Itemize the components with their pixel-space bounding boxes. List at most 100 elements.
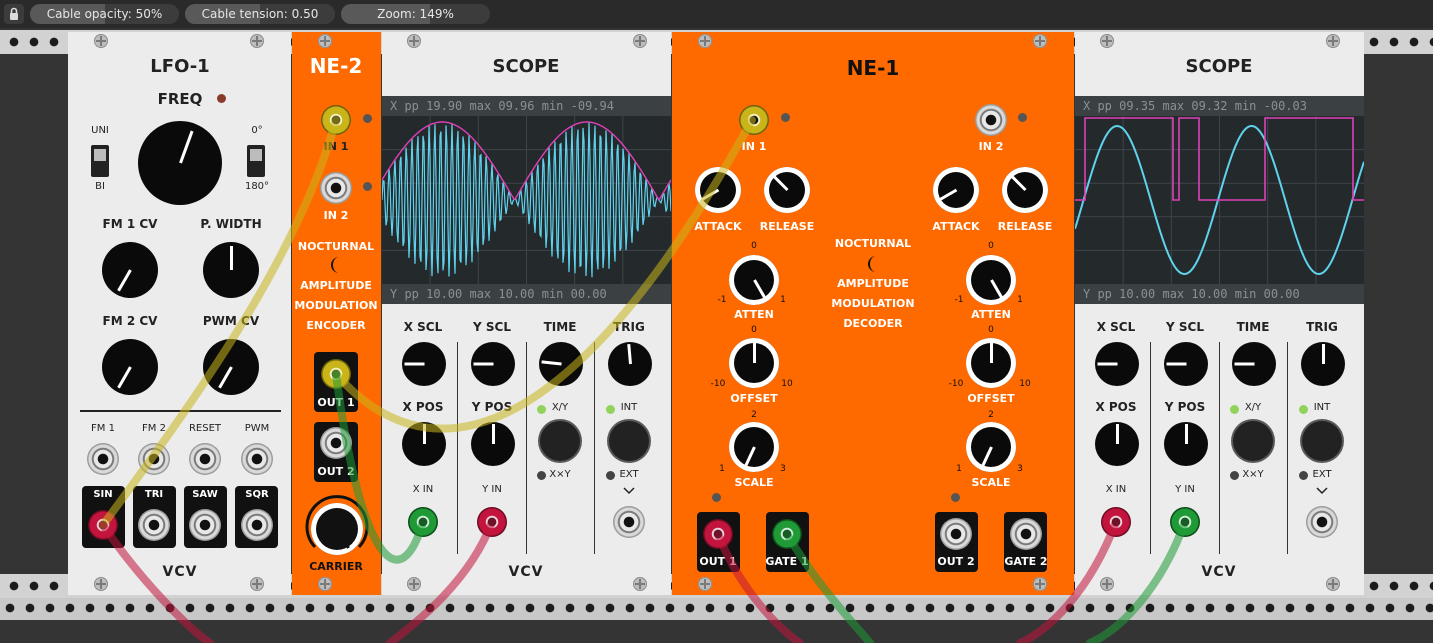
fm2-input-jack[interactable] — [138, 443, 170, 475]
tick-label: -1 — [717, 295, 727, 305]
trig-knob[interactable] — [608, 342, 652, 386]
xxy-led — [1229, 470, 1239, 480]
pwidth-label: P. WIDTH — [200, 217, 262, 231]
ne2-out2-jack[interactable] — [320, 427, 352, 459]
ne1-out2-jack[interactable] — [940, 518, 972, 550]
ne2-in2-jack[interactable] — [320, 172, 352, 204]
xy-mode-button[interactable] — [1233, 421, 1273, 461]
fm2cv-knob[interactable] — [102, 339, 158, 395]
ne1-gate2-jack[interactable] — [1010, 518, 1042, 550]
pwmcv-knob[interactable] — [203, 339, 259, 395]
ypos-knob[interactable] — [1164, 422, 1208, 466]
reset-input-jack[interactable] — [189, 443, 221, 475]
sqr-output-jack[interactable] — [241, 509, 273, 541]
ypos-label: Y POS — [1164, 400, 1206, 414]
xscl-knob[interactable] — [402, 342, 446, 386]
pwm-input-jack[interactable] — [241, 443, 273, 475]
ne1-in2-jack[interactable] — [975, 104, 1007, 136]
xy-mode-button[interactable] — [540, 421, 580, 461]
trig-knob[interactable] — [1301, 342, 1345, 386]
gate2-label: GATE 2 — [1004, 555, 1048, 568]
uni-label: UNI — [91, 125, 109, 136]
ne1-gate1-plug-green[interactable] — [772, 519, 802, 549]
offset-label: OFFSET — [967, 392, 1015, 405]
tick-label: 0 — [751, 325, 757, 335]
screw — [407, 577, 421, 591]
time-knob[interactable] — [539, 342, 583, 386]
yin-label: Y IN — [1175, 484, 1195, 495]
fm1-input-jack[interactable] — [87, 443, 119, 475]
yin-plug-red[interactable] — [477, 507, 507, 537]
tick-label: -10 — [710, 379, 726, 389]
xxy-label: X×Y — [549, 469, 571, 480]
atten-label: ATTEN — [734, 308, 774, 321]
scale-knob-1[interactable] — [729, 422, 779, 472]
xpos-knob[interactable] — [1095, 422, 1139, 466]
ext-trig-jack[interactable] — [613, 506, 645, 538]
phase-switch[interactable] — [247, 145, 265, 177]
xscl-knob[interactable] — [1095, 342, 1139, 386]
offset-knob-2[interactable] — [966, 338, 1016, 388]
tick-label: -10 — [948, 379, 964, 389]
trig-source-button[interactable] — [609, 421, 649, 461]
attack-knob-1[interactable] — [695, 167, 741, 213]
attack-knob-2[interactable] — [933, 167, 979, 213]
yscl-knob[interactable] — [1164, 342, 1208, 386]
tick-label: 0 — [751, 241, 757, 251]
in2-label: IN 2 — [978, 140, 1004, 153]
in2-label: IN 2 — [323, 209, 349, 222]
fm1cv-knob[interactable] — [102, 242, 158, 298]
module-title: LFO-1 — [150, 56, 210, 77]
divider — [1219, 342, 1220, 554]
pwidth-knob[interactable] — [203, 242, 259, 298]
lock-icon — [10, 7, 18, 20]
screw — [1100, 34, 1114, 48]
saw-output-jack[interactable] — [189, 509, 221, 541]
carrier-knob[interactable] — [311, 503, 363, 555]
xin-plug-red[interactable] — [1101, 507, 1131, 537]
xpos-label: X POS — [1095, 400, 1137, 414]
offset-label: OFFSET — [730, 392, 778, 405]
release-knob-1[interactable] — [764, 167, 810, 213]
desc-line: AMPLITUDE — [300, 279, 372, 292]
tri-output-jack[interactable] — [138, 509, 170, 541]
freq-knob[interactable] — [138, 121, 222, 205]
yin-plug-green[interactable] — [1170, 507, 1200, 537]
ypos-knob[interactable] — [471, 422, 515, 466]
yscl-knob[interactable] — [471, 342, 515, 386]
uni-bi-switch[interactable] — [91, 145, 109, 177]
desc-line: ENCODER — [306, 319, 366, 332]
xxy-led — [536, 470, 546, 480]
sin-output-plug-red[interactable] — [88, 510, 118, 540]
trig-source-button[interactable] — [1302, 421, 1342, 461]
xin-plug-green[interactable] — [408, 507, 438, 537]
ne2-in1-plug-yellow[interactable] — [321, 105, 351, 135]
cable-tension-slider[interactable]: Cable tension: 0.50 — [185, 4, 335, 24]
xpos-knob[interactable] — [402, 422, 446, 466]
offset-knob-1[interactable] — [729, 338, 779, 388]
module-title: SCOPE — [1185, 56, 1253, 77]
sqr-label: SQR — [245, 489, 269, 500]
screw — [698, 577, 712, 591]
time-knob[interactable] — [1232, 342, 1276, 386]
ne2-out1-plug-yellow[interactable] — [321, 359, 351, 389]
ext-trig-jack[interactable] — [1306, 506, 1338, 538]
atten-knob-2[interactable] — [966, 255, 1016, 305]
screw — [1033, 577, 1047, 591]
out2-label: OUT 2 — [317, 465, 355, 478]
desc-line: AMPLITUDE — [837, 277, 909, 290]
ne1-module: NE-1 IN 1 ATTACK RELEASE 0 -1 1 ATTEN 0 … — [672, 32, 1074, 595]
ne1-out1-plug-red[interactable] — [703, 519, 733, 549]
scale-label: SCALE — [971, 476, 1011, 489]
ne1-in1-plug-yellow[interactable] — [739, 105, 769, 135]
xin-label: X IN — [412, 484, 434, 495]
lock-button[interactable] — [4, 4, 24, 24]
time-label: TIME — [1236, 320, 1270, 334]
atten-knob-1[interactable] — [729, 255, 779, 305]
release-knob-2[interactable] — [1002, 167, 1048, 213]
cable-opacity-slider[interactable]: Cable opacity: 50% — [30, 4, 179, 24]
tick-label: 1 — [780, 295, 786, 305]
scale-knob-2[interactable] — [966, 422, 1016, 472]
zoom-slider[interactable]: Zoom: 149% — [341, 4, 490, 24]
scope1-screen: X pp 19.90 max 09.96 min -09.94 Y pp 10.… — [382, 96, 671, 304]
